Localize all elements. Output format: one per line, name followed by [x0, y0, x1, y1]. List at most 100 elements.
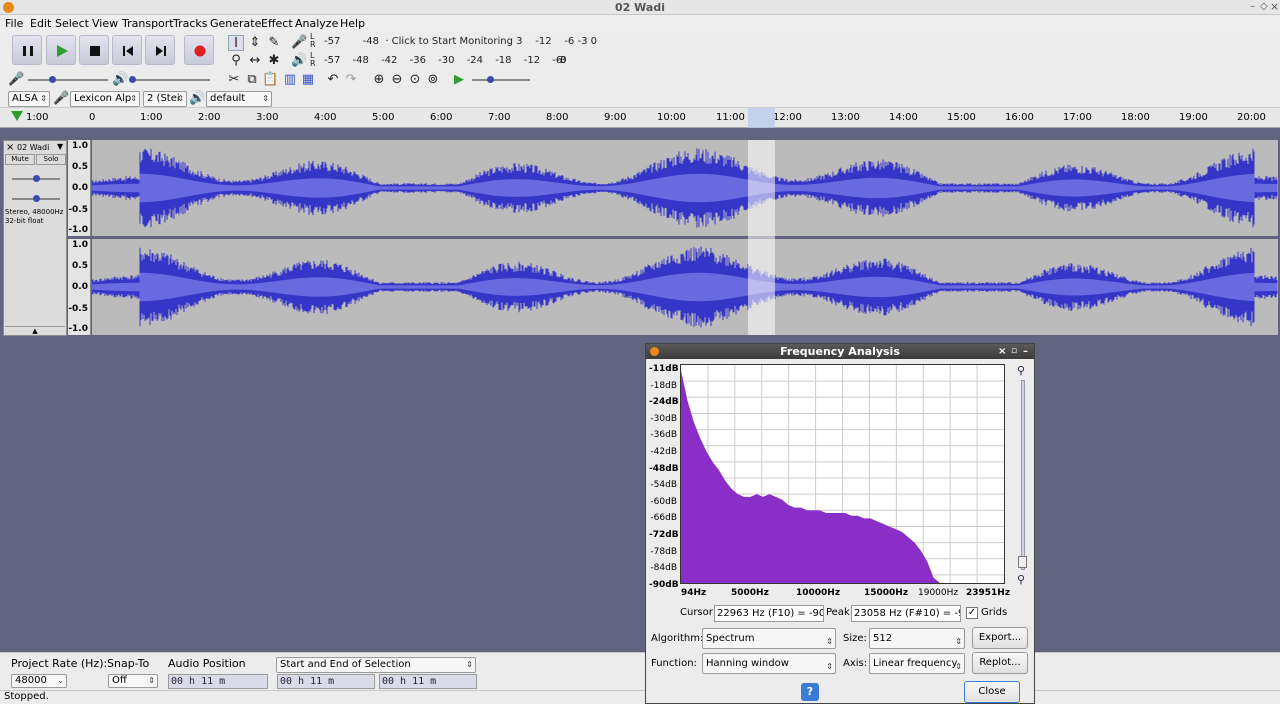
track-name[interactable]: 02 Wadi: [17, 143, 49, 152]
dialog-maximize-icon[interactable]: ▫: [1011, 344, 1017, 359]
timeline-ruler[interactable]: 1:00 0 1:00 2:00 3:00 4:00 5:00 6:00 7:00 8:00 9:0…: [0, 108, 1280, 128]
envelope-tool-icon[interactable]: ⇕: [247, 35, 263, 51]
play-button[interactable]: [46, 35, 76, 65]
pan-thumb[interactable]: [33, 195, 40, 202]
trim-icon[interactable]: ▥: [282, 72, 298, 88]
record-button[interactable]: [184, 35, 214, 65]
record-meter-scale[interactable]: -57 -48 · Click to Start Monitoring 3 -1…: [324, 36, 597, 47]
cut-icon[interactable]: ✂: [226, 72, 242, 88]
close-icon[interactable]: ×: [1270, 0, 1279, 13]
ruler-tick-label: 2:00: [198, 112, 221, 123]
draw-tool-icon[interactable]: ✎: [266, 35, 282, 51]
menu-effect[interactable]: Effect: [261, 17, 293, 30]
play-speed-thumb[interactable]: [487, 76, 494, 83]
minimize-icon[interactable]: –: [1250, 1, 1255, 12]
zoom-in-icon[interactable]: ⊕: [371, 72, 387, 88]
replot-button[interactable]: Replot...: [972, 652, 1028, 674]
track-close-icon[interactable]: ×: [6, 142, 14, 153]
skip-to-start-button[interactable]: [112, 35, 142, 65]
menu-transport[interactable]: Transport: [122, 17, 174, 30]
zoom-in-plot-icon[interactable]: ⚲: [1017, 364, 1025, 377]
spectrum-plot[interactable]: [680, 364, 1005, 584]
menu-analyze[interactable]: Analyze: [295, 17, 338, 30]
function-label: Function:: [651, 658, 697, 669]
close-button[interactable]: Close: [964, 681, 1020, 703]
stop-button[interactable]: [79, 35, 109, 65]
solo-button[interactable]: Solo: [36, 154, 66, 165]
fit-selection-icon[interactable]: ⊙: [407, 72, 423, 88]
axis-select[interactable]: Linear frequency ⇕: [869, 653, 965, 674]
frequency-analysis-dialog: Frequency Analysis × ▫ – -11dB -18dB -24dB…: [645, 343, 1035, 704]
playback-volume-slider[interactable]: [130, 79, 210, 81]
playback-volume-thumb[interactable]: [129, 76, 136, 83]
selection-end-field[interactable]: 00 h 11 m 48.701 s: [379, 674, 477, 700]
selection-tool-icon[interactable]: I: [228, 35, 244, 51]
record-volume-slider[interactable]: [28, 79, 108, 81]
record-meter-icon[interactable]: 🎤: [291, 35, 307, 51]
input-device-select[interactable]: Lexicon Alp ⇕: [70, 91, 140, 107]
playback-meter-icon[interactable]: 🔊: [291, 53, 307, 69]
gain-thumb[interactable]: [33, 175, 40, 182]
help-button[interactable]: ?: [801, 683, 819, 701]
waveform-channel-1[interactable]: [91, 140, 1278, 236]
dialog-title-bar[interactable]: Frequency Analysis × ▫ –: [646, 344, 1034, 359]
selection-mode-select[interactable]: Start and End of Selection ⇕: [276, 657, 476, 673]
ruler-tick-label: 6:00: [430, 112, 453, 123]
skip-to-end-button[interactable]: [145, 35, 175, 65]
peak-label: Peak:: [826, 607, 854, 618]
playback-meter-scale[interactable]: -57 -48 -42 -36 -30 -24 -18 -12 -6-30: [324, 55, 567, 66]
timeshift-tool-icon[interactable]: ↔: [247, 53, 263, 69]
dialog-minimize-icon[interactable]: –: [1023, 344, 1028, 359]
zoom-out-plot-icon[interactable]: ⚲: [1017, 573, 1025, 586]
copy-icon[interactable]: ⧉: [244, 72, 260, 88]
menu-view[interactable]: View: [92, 17, 118, 30]
zoom-tool-icon[interactable]: ⚲: [228, 53, 244, 69]
track-control-panel[interactable]: × 02 Wadi ▼ Mute Solo Stereo, 48000Hz 32…: [3, 140, 67, 336]
menu-edit[interactable]: Edit: [30, 17, 51, 30]
collapse-track-button[interactable]: ▲: [5, 326, 65, 335]
click-to-monitor[interactable]: · Click to Start Monitoring: [385, 36, 513, 47]
algorithm-select[interactable]: Spectrum ⇕: [702, 628, 836, 649]
silence-icon[interactable]: ▦: [300, 72, 316, 88]
play-at-speed-icon[interactable]: ▶: [451, 72, 467, 88]
menu-generate[interactable]: Generate: [210, 17, 261, 30]
play-speed-slider[interactable]: [472, 79, 530, 81]
audio-host-select[interactable]: ALSA ⇕: [8, 91, 50, 107]
menu-help[interactable]: Help: [340, 17, 365, 30]
multi-tool-icon[interactable]: ✱: [266, 53, 282, 69]
record-volume-thumb[interactable]: [49, 76, 56, 83]
channels-select[interactable]: 2 (Stei ⇕: [143, 91, 187, 107]
vertical-zoom-thumb[interactable]: [1018, 556, 1027, 568]
selection-start-field[interactable]: 00 h 11 m 20.936 s: [277, 674, 375, 700]
maximize-icon[interactable]: ◇: [1260, 1, 1268, 12]
project-rate-select[interactable]: 48000 ⌄: [11, 674, 67, 688]
grids-checkbox[interactable]: ✓: [966, 607, 978, 619]
undo-icon[interactable]: ↶: [325, 72, 341, 88]
export-button[interactable]: Export...: [972, 627, 1028, 649]
function-select[interactable]: Hanning window ⇕: [702, 653, 836, 674]
play-head-icon[interactable]: [11, 111, 23, 121]
zoom-out-icon[interactable]: ⊖: [389, 72, 405, 88]
menu-file[interactable]: File: [5, 17, 23, 30]
db-tick-label: -60dB: [650, 496, 677, 507]
snap-to-select[interactable]: Off ⇕: [108, 674, 158, 688]
freq-tick-label: 10000Hz: [796, 588, 841, 598]
output-device-select[interactable]: default ⇕: [206, 91, 272, 107]
menu-tracks[interactable]: Tracks: [173, 17, 208, 30]
pause-button[interactable]: [12, 35, 42, 65]
freq-tick-label: 94Hz: [681, 588, 707, 598]
menu-select[interactable]: Select: [55, 17, 89, 30]
mute-button[interactable]: Mute: [5, 154, 35, 165]
fit-project-icon[interactable]: ⊚: [425, 72, 441, 88]
paste-icon[interactable]: 📋: [262, 72, 278, 88]
track-menu-icon[interactable]: ▼: [57, 142, 63, 151]
freq-tick-label: 23951Hz: [966, 588, 1011, 598]
dialog-close-icon[interactable]: ×: [998, 344, 1006, 359]
waveform-channel-2[interactable]: [91, 239, 1278, 335]
redo-icon[interactable]: ↷: [343, 72, 359, 88]
audio-position-field[interactable]: 00 h 11 m 20.936 s: [168, 674, 268, 700]
vertical-zoom-slider[interactable]: [1021, 380, 1025, 570]
selection-region[interactable]: [748, 140, 775, 335]
cursor-label: Cursor:: [680, 607, 717, 618]
size-select[interactable]: 512 ⇕: [869, 628, 965, 649]
